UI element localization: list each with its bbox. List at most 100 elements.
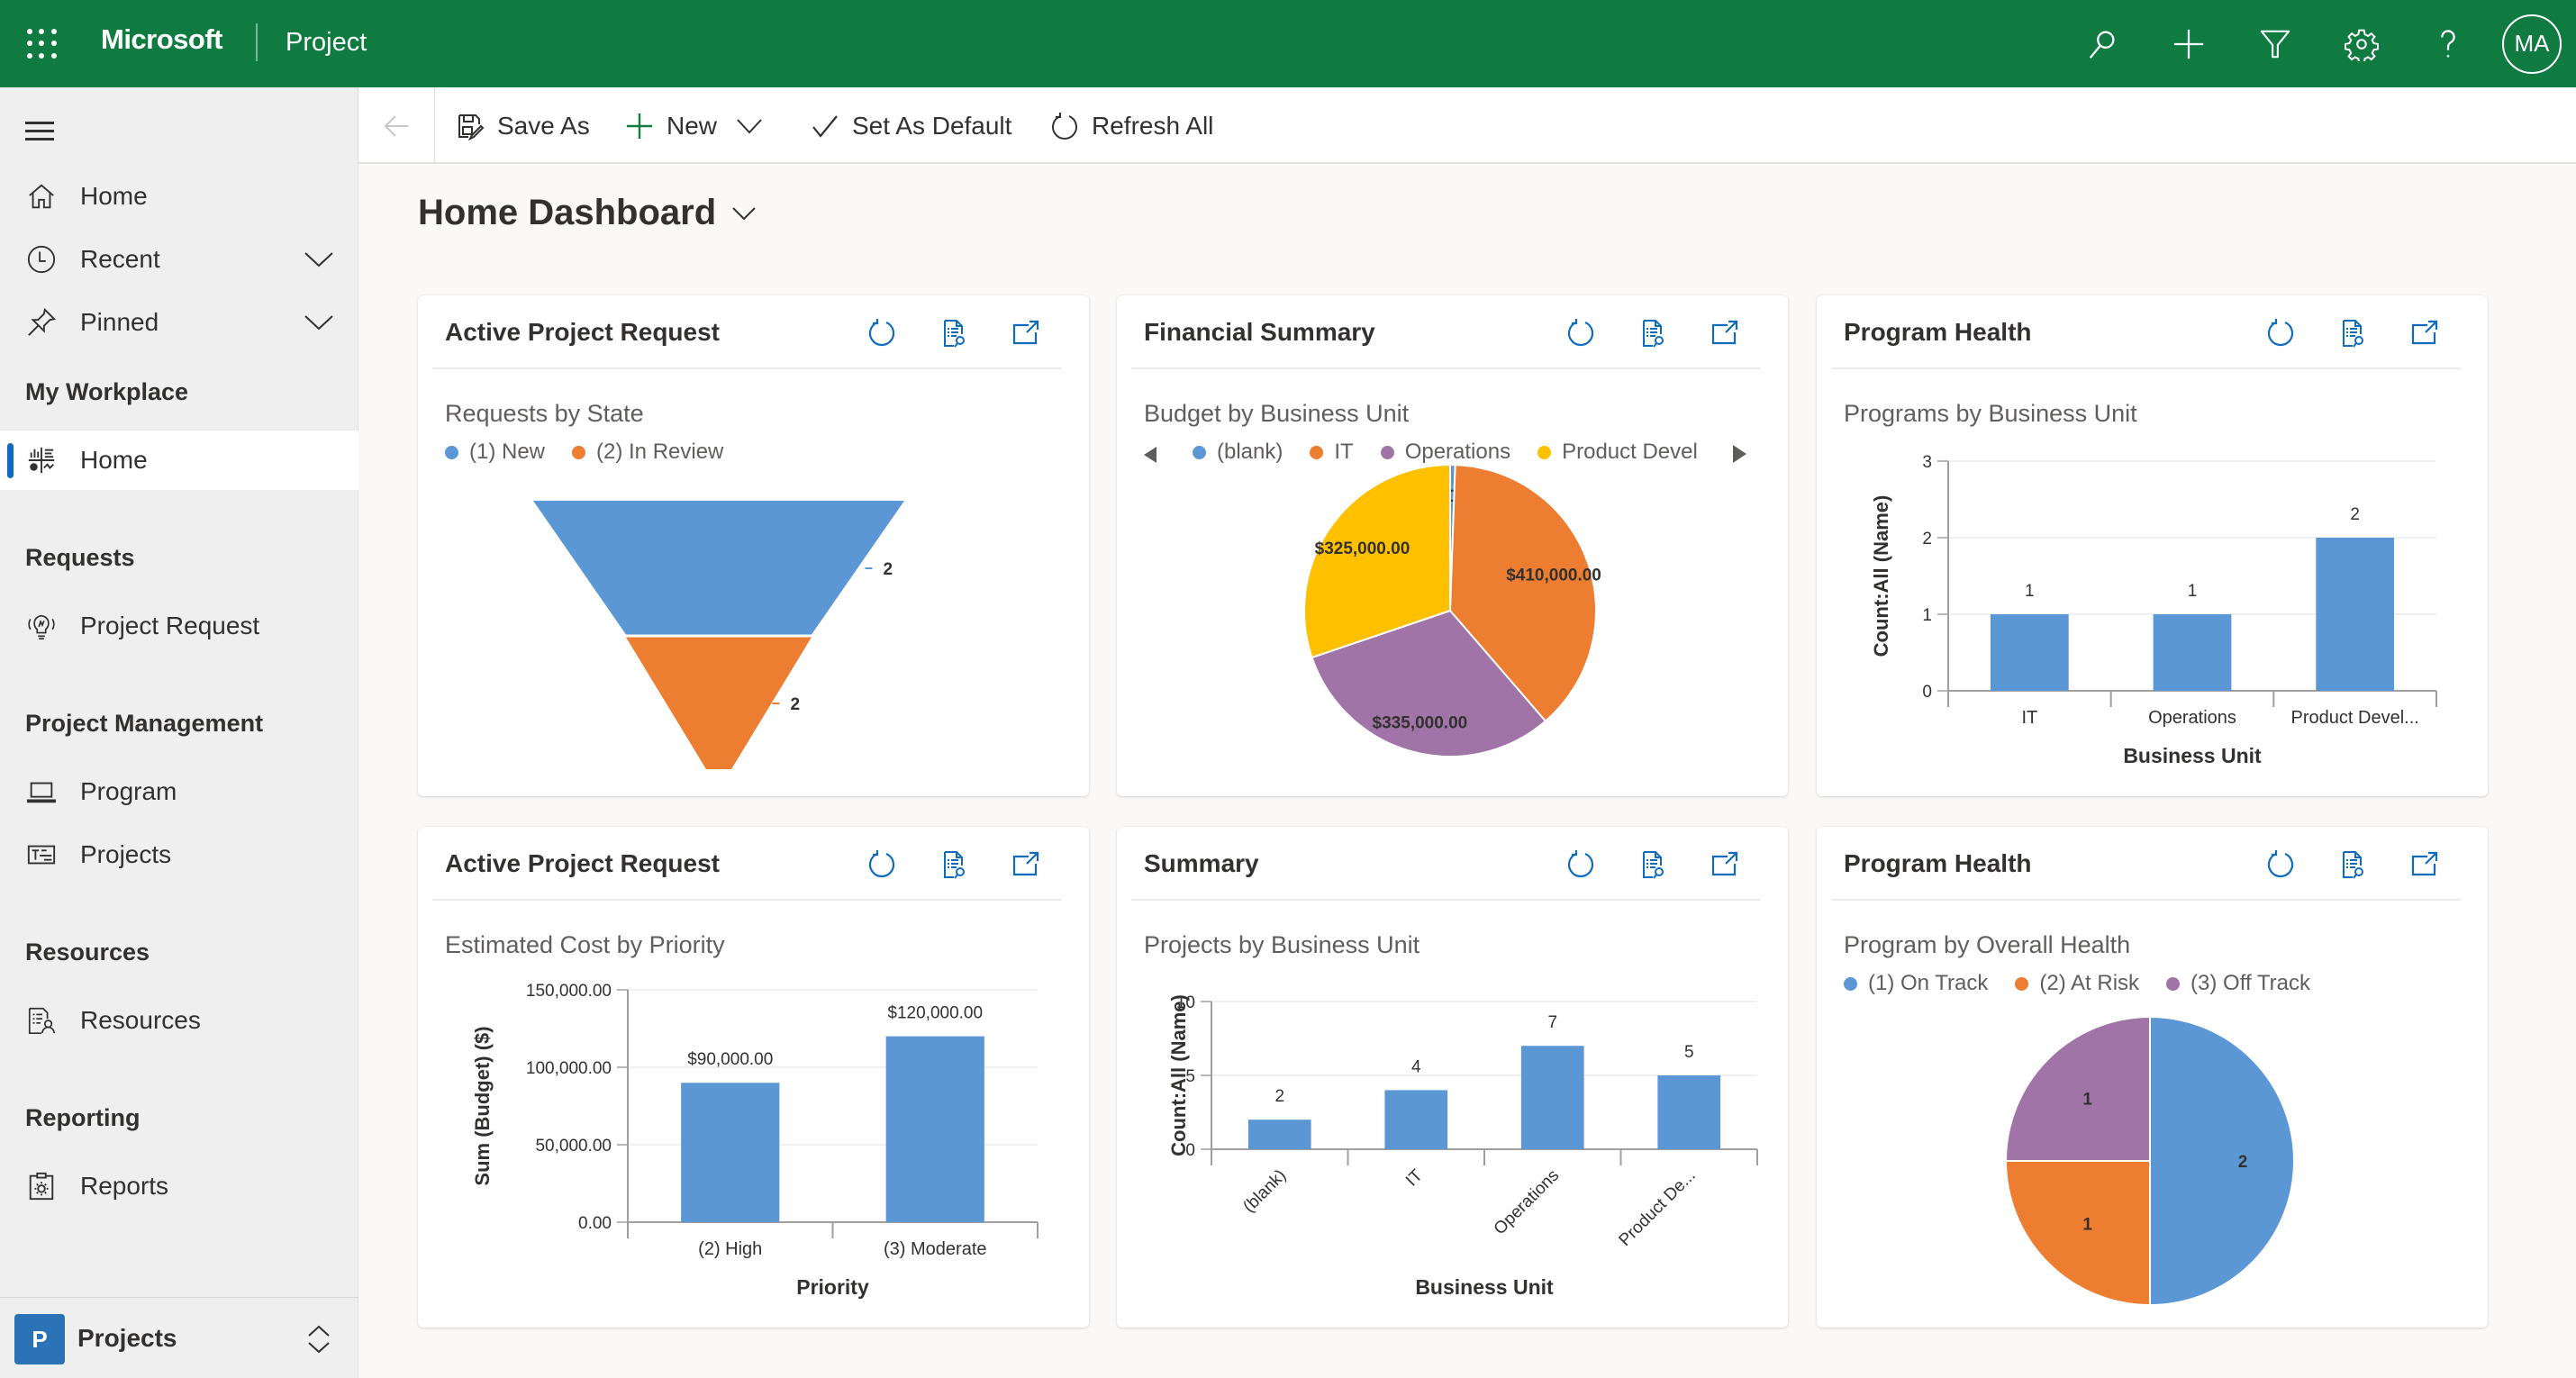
hamburger-menu-button[interactable] (25, 122, 54, 143)
sidebar-item-label: Home (80, 446, 148, 474)
data-label: $410,000.00 (1506, 566, 1601, 585)
app-launcher-icon[interactable] (27, 29, 58, 59)
sidebar-item-pinned[interactable]: Pinned (0, 293, 358, 352)
sidebar-item-label: Resources (80, 1006, 201, 1034)
chevron-down-icon[interactable] (737, 117, 762, 135)
user-avatar[interactable]: MA (2502, 14, 2562, 74)
app-area-label: Projects (77, 1323, 177, 1352)
top-bar: Microsoft Project MA (0, 0, 2576, 87)
bar-chart: 0.00 50,000.00 100,000.00 150,000.00 $90,000… (471, 982, 1039, 1299)
pie-slice[interactable] (2004, 1015, 2151, 1162)
sidebar-item-label: Recent (80, 245, 160, 273)
brand-name[interactable]: Microsoft (101, 23, 223, 56)
data-label: 5 (1684, 1043, 1694, 1062)
data-label: 2 (1274, 1087, 1284, 1106)
y-axis-title: Sum (Budget) ($) (471, 1026, 494, 1185)
bar[interactable] (2153, 614, 2232, 691)
data-label: $90,000.00 (687, 1050, 773, 1069)
app-area-tile: P (14, 1314, 65, 1364)
chevron-down-icon[interactable] (304, 313, 333, 331)
bar-chart: 05102(blank)4IT7Operations5Product De...… (1167, 993, 1758, 1299)
sidebar-item-label: Home (80, 182, 148, 210)
y-tick-label: 1 (1922, 606, 1932, 625)
home-icon (25, 180, 58, 213)
save-as-icon (458, 113, 485, 141)
x-tick-label: (3) Moderate (884, 1239, 987, 1259)
funnel-segment[interactable] (626, 637, 812, 770)
data-label: 1 (2082, 1215, 2092, 1234)
new-button[interactable]: New (625, 87, 762, 164)
bar[interactable] (1990, 614, 2069, 691)
app-area-switcher[interactable]: P Projects (0, 1297, 358, 1378)
bar[interactable] (885, 1036, 984, 1222)
chevron-down-icon (732, 206, 756, 220)
x-tick-label: Operations (2148, 708, 2236, 728)
x-axis-title: Priority (796, 1275, 869, 1299)
bar[interactable] (1384, 1090, 1448, 1149)
funnel-segment[interactable] (533, 501, 904, 635)
bar[interactable] (1520, 1046, 1584, 1149)
projects-icon (25, 839, 58, 871)
sidebar-item-projects[interactable]: Projects (0, 825, 358, 884)
settings-icon (2345, 29, 2379, 61)
dashboard-card-budget-by-business-unit: Financial Summary Budget by Business Unit… (1117, 295, 1788, 796)
sidebar-item-project-request[interactable]: Project Request (0, 596, 358, 656)
bar[interactable] (2316, 538, 2395, 691)
save-as-button[interactable]: Save As (456, 87, 590, 164)
x-tick-label: IT (1402, 1165, 1427, 1190)
sidebar-item-recent[interactable]: Recent (0, 230, 358, 289)
sidebar-item-label: Reports (80, 1172, 169, 1200)
x-axis-title: Business Unit (2123, 744, 2262, 767)
data-label: 7 (1547, 1013, 1557, 1032)
pie-slice[interactable] (2004, 1160, 2151, 1307)
app-name[interactable]: Project (286, 28, 367, 58)
clock-icon (25, 243, 58, 276)
pin-icon (25, 306, 58, 339)
bar[interactable] (1247, 1120, 1311, 1149)
data-label: 2 (2238, 1153, 2248, 1172)
sidebar-item-dashboard-home[interactable]: Home (0, 431, 358, 490)
x-tick-label: Product De... (1616, 1166, 1700, 1250)
section-requests: Requests (25, 544, 135, 571)
refresh-all-button[interactable]: Refresh All (1050, 87, 1213, 164)
x-axis-title: Business Unit (1415, 1275, 1554, 1299)
advanced-filter-button[interactable] (2232, 0, 2318, 87)
x-tick-label: (blank) (1239, 1166, 1290, 1217)
y-tick-label: 0.00 (578, 1214, 612, 1233)
add-icon (2173, 29, 2204, 59)
settings-button[interactable] (2318, 0, 2405, 87)
search-button[interactable] (2059, 0, 2145, 87)
new-record-button[interactable] (2145, 0, 2232, 87)
pie-chart: $6,000.00$410,000.00$335,000.00$325,000.… (1303, 463, 1601, 757)
dashboard-selector[interactable]: Home Dashboard (418, 193, 756, 233)
bar[interactable] (1657, 1075, 1721, 1149)
section-reporting: Reporting (25, 1104, 141, 1131)
set-as-default-button[interactable]: Set As Default (811, 87, 1011, 164)
refresh-all-label: Refresh All (1092, 111, 1214, 140)
y-axis-title: Count:All (Name) (1167, 994, 1190, 1156)
add-icon (627, 113, 652, 139)
back-button[interactable] (358, 87, 435, 164)
dashboard-card-programs-by-business-unit: Program Health Programs by Business Unit 0… (1817, 295, 2488, 796)
command-bar: Save As New Set As Default Refresh All (358, 87, 2576, 164)
dashboard-card-requests-by-state: Active Project Request Requests by State(… (418, 295, 1089, 796)
help-button[interactable] (2405, 0, 2491, 87)
sidebar-item-reports[interactable]: Reports (0, 1156, 358, 1216)
set-as-default-label: Set As Default (852, 111, 1012, 140)
section-project-management: Project Management (25, 710, 264, 737)
bar[interactable] (681, 1083, 780, 1222)
sidebar-item-resources[interactable]: Resources (0, 991, 358, 1050)
sidebar-item-program[interactable]: Program (0, 762, 358, 821)
sidebar-item-label: Program (80, 777, 177, 805)
arrow-left-icon (384, 114, 408, 137)
pie-slice[interactable] (2149, 1015, 2295, 1307)
sidebar-item-home[interactable]: Home (0, 167, 358, 226)
chevron-down-icon[interactable] (304, 250, 333, 268)
data-label: 1 (2025, 582, 2035, 601)
y-tick-label: 3 (1922, 453, 1932, 472)
x-tick-label: Operations (1491, 1166, 1564, 1239)
section-resources: Resources (25, 938, 150, 966)
data-label: 2 (791, 695, 801, 714)
data-label: 4 (1411, 1057, 1421, 1076)
sidebar-item-label: Projects (80, 840, 172, 868)
